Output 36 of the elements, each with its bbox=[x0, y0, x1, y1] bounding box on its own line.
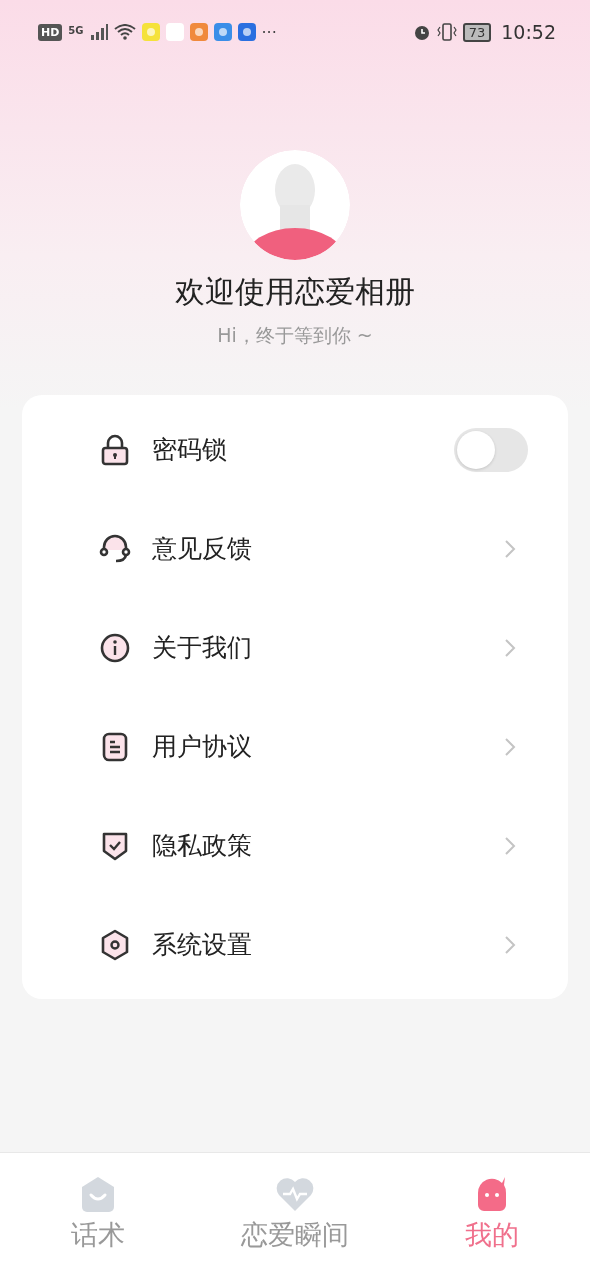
menu-label: 意见反馈 bbox=[152, 533, 253, 565]
app-icon bbox=[165, 23, 184, 41]
app-icon bbox=[237, 23, 256, 41]
menu-item[interactable]: 系统设置 bbox=[22, 895, 568, 994]
hd-indicator: HD bbox=[38, 23, 63, 41]
vibrate-icon bbox=[436, 23, 457, 41]
avatar-icon[interactable] bbox=[240, 150, 350, 260]
chevron-right-icon bbox=[504, 736, 516, 757]
menu-item[interactable]: 密码锁 bbox=[22, 400, 568, 499]
app-icon bbox=[213, 23, 232, 41]
welcome-subtitle: Hi，终于等到你 ~ bbox=[217, 323, 373, 348]
menu-item[interactable]: 隐私政策 bbox=[22, 796, 568, 895]
welcome-title: 欢迎使用恋爱相册 bbox=[175, 273, 415, 311]
chevron-right-icon bbox=[504, 934, 516, 955]
battery-indicator: 73 bbox=[462, 22, 492, 42]
menu-label: 关于我们 bbox=[152, 632, 253, 664]
menu-item[interactable]: 用户协议 bbox=[22, 697, 568, 796]
menu-label: 用户协议 bbox=[152, 731, 253, 763]
wifi-icon bbox=[113, 24, 136, 40]
app-icon bbox=[141, 23, 160, 41]
app-icon bbox=[189, 23, 208, 41]
more-notifications: ··· bbox=[261, 22, 277, 42]
password-lock-toggle[interactable] bbox=[454, 427, 528, 472]
menu-label: 系统设置 bbox=[152, 929, 253, 961]
network-type: 5G bbox=[68, 24, 84, 36]
menu-item[interactable]: 关于我们 bbox=[22, 598, 568, 697]
menu-label: 隐私政策 bbox=[152, 830, 253, 862]
chevron-right-icon bbox=[504, 637, 516, 658]
menu-label: 密码锁 bbox=[152, 434, 228, 466]
signal-icon bbox=[89, 24, 108, 40]
chevron-right-icon bbox=[504, 835, 516, 856]
chevron-right-icon bbox=[504, 538, 516, 559]
clock: 10:52 bbox=[501, 21, 556, 43]
menu-item[interactable]: 意见反馈 bbox=[22, 499, 568, 598]
alarm-icon bbox=[412, 23, 431, 41]
heartbeat-icon bbox=[275, 1175, 315, 1213]
